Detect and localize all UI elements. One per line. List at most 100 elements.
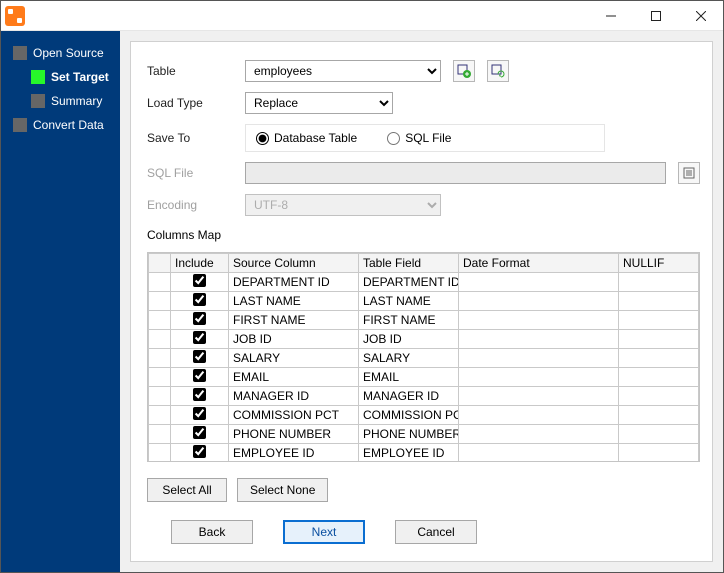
row-handle[interactable] [149, 349, 171, 368]
source-column-cell[interactable]: DEPARTMENT ID [229, 273, 359, 292]
table-row[interactable]: DEPARTMENT IDDEPARTMENT ID [149, 273, 699, 292]
date-format-cell[interactable] [459, 406, 619, 425]
nav-item-convert-data[interactable]: Convert Data [1, 113, 120, 137]
source-column-cell[interactable]: EMPLOYEE ID [229, 444, 359, 463]
table-refresh-icon [491, 64, 505, 78]
maximize-button[interactable] [633, 1, 678, 31]
source-column-cell[interactable]: COMMISSION PCT [229, 406, 359, 425]
table-row[interactable]: MANAGER IDMANAGER ID [149, 387, 699, 406]
table-select[interactable]: employees [245, 60, 441, 82]
refresh-table-button[interactable] [487, 60, 509, 82]
table-row[interactable]: EMPLOYEE IDEMPLOYEE ID [149, 444, 699, 463]
nav-item-set-target[interactable]: Set Target [1, 65, 120, 89]
source-column-cell[interactable]: PHONE NUMBER [229, 425, 359, 444]
source-column-cell[interactable]: LAST NAME [229, 292, 359, 311]
table-field-cell[interactable]: LAST NAME [359, 292, 459, 311]
table-field-cell[interactable]: MANAGER ID [359, 387, 459, 406]
row-handle[interactable] [149, 368, 171, 387]
source-column-cell[interactable]: JOB ID [229, 330, 359, 349]
table-row[interactable]: PHONE NUMBERPHONE NUMBER [149, 425, 699, 444]
load-type-select[interactable]: Replace [245, 92, 393, 114]
source-column-cell[interactable]: SALARY [229, 349, 359, 368]
nullif-cell[interactable] [619, 368, 699, 387]
include-checkbox[interactable] [193, 369, 206, 382]
save-to-sql-radio[interactable]: SQL File [387, 131, 451, 145]
table-field-cell[interactable]: DEPARTMENT ID [359, 273, 459, 292]
include-checkbox[interactable] [193, 312, 206, 325]
table-row[interactable]: JOB IDJOB ID [149, 330, 699, 349]
row-handle[interactable] [149, 425, 171, 444]
nullif-cell[interactable] [619, 406, 699, 425]
browse-file-button[interactable] [678, 162, 700, 184]
grid-header[interactable] [149, 254, 171, 273]
row-handle[interactable] [149, 292, 171, 311]
grid-header[interactable]: Source Column [229, 254, 359, 273]
source-column-cell[interactable]: EMAIL [229, 368, 359, 387]
table-row[interactable]: COMMISSION PCTCOMMISSION PCT [149, 406, 699, 425]
table-field-cell[interactable]: EMAIL [359, 368, 459, 387]
row-handle[interactable] [149, 330, 171, 349]
row-handle[interactable] [149, 311, 171, 330]
row-handle[interactable] [149, 444, 171, 463]
include-checkbox[interactable] [193, 407, 206, 420]
grid-header[interactable]: Include [171, 254, 229, 273]
nav-label: Set Target [51, 70, 109, 84]
source-column-cell[interactable]: FIRST NAME [229, 311, 359, 330]
grid-header[interactable]: Table Field [359, 254, 459, 273]
back-button[interactable]: Back [171, 520, 253, 544]
include-checkbox[interactable] [193, 293, 206, 306]
select-all-button[interactable]: Select All [147, 478, 227, 502]
nav-status-box [31, 94, 45, 108]
select-none-button[interactable]: Select None [237, 478, 328, 502]
table-row[interactable]: LAST NAMELAST NAME [149, 292, 699, 311]
include-checkbox[interactable] [193, 445, 206, 458]
save-to-db-radio[interactable]: Database Table [256, 131, 357, 145]
include-checkbox[interactable] [193, 331, 206, 344]
table-field-cell[interactable]: EMPLOYEE ID [359, 444, 459, 463]
nullif-cell[interactable] [619, 349, 699, 368]
date-format-cell[interactable] [459, 311, 619, 330]
cancel-button[interactable]: Cancel [395, 520, 477, 544]
table-field-cell[interactable]: COMMISSION PCT [359, 406, 459, 425]
table-field-cell[interactable]: SALARY [359, 349, 459, 368]
include-checkbox[interactable] [193, 350, 206, 363]
minimize-button[interactable] [588, 1, 633, 31]
nullif-cell[interactable] [619, 330, 699, 349]
date-format-cell[interactable] [459, 273, 619, 292]
date-format-cell[interactable] [459, 425, 619, 444]
row-handle[interactable] [149, 406, 171, 425]
add-table-button[interactable] [453, 60, 475, 82]
table-field-cell[interactable]: JOB ID [359, 330, 459, 349]
grid-header[interactable]: NULLIF [619, 254, 699, 273]
include-checkbox[interactable] [193, 388, 206, 401]
table-row[interactable]: FIRST NAMEFIRST NAME [149, 311, 699, 330]
nullif-cell[interactable] [619, 273, 699, 292]
include-checkbox[interactable] [193, 426, 206, 439]
nullif-cell[interactable] [619, 311, 699, 330]
date-format-cell[interactable] [459, 368, 619, 387]
source-column-cell[interactable]: MANAGER ID [229, 387, 359, 406]
table-row[interactable]: SALARYSALARY [149, 349, 699, 368]
table-add-icon [457, 64, 471, 78]
table-row[interactable]: EMAILEMAIL [149, 368, 699, 387]
nav-item-summary[interactable]: Summary [1, 89, 120, 113]
date-format-cell[interactable] [459, 330, 619, 349]
include-checkbox[interactable] [193, 274, 206, 287]
date-format-cell[interactable] [459, 292, 619, 311]
table-field-cell[interactable]: FIRST NAME [359, 311, 459, 330]
row-handle[interactable] [149, 387, 171, 406]
date-format-cell[interactable] [459, 444, 619, 463]
nullif-cell[interactable] [619, 387, 699, 406]
nullif-cell[interactable] [619, 292, 699, 311]
close-button[interactable] [678, 1, 723, 31]
nullif-cell[interactable] [619, 425, 699, 444]
nav-item-open-source[interactable]: Open Source [1, 41, 120, 65]
date-format-cell[interactable] [459, 349, 619, 368]
columns-grid[interactable]: IncludeSource ColumnTable FieldDate Form… [147, 252, 700, 462]
row-handle[interactable] [149, 273, 171, 292]
date-format-cell[interactable] [459, 387, 619, 406]
table-field-cell[interactable]: PHONE NUMBER [359, 425, 459, 444]
next-button[interactable]: Next [283, 520, 365, 544]
nullif-cell[interactable] [619, 444, 699, 463]
grid-header[interactable]: Date Format [459, 254, 619, 273]
